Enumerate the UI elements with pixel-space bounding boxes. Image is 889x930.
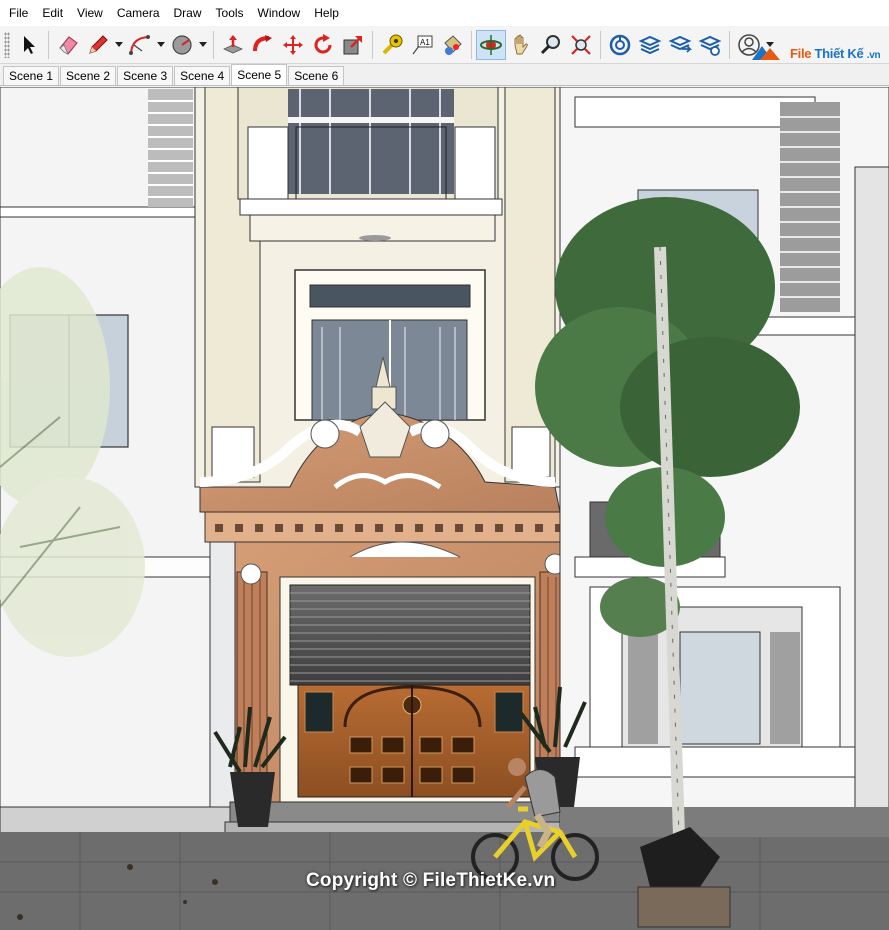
push-pull-icon bbox=[223, 34, 243, 53]
scale-tool-button[interactable] bbox=[338, 30, 368, 60]
extension-warehouse-button[interactable] bbox=[635, 30, 665, 60]
menu-view[interactable]: View bbox=[70, 2, 110, 24]
follow-me-icon bbox=[253, 34, 272, 51]
toolbar-separator bbox=[600, 30, 601, 59]
logo-text-file: File bbox=[790, 45, 812, 61]
zoom-extents-tool-button[interactable] bbox=[566, 30, 596, 60]
entrance-wall bbox=[224, 541, 576, 843]
tab-scene-6[interactable]: Scene 6 bbox=[288, 66, 345, 85]
arc-tool-dropdown[interactable] bbox=[155, 30, 167, 60]
move-icon bbox=[283, 34, 303, 55]
toolbar-separator bbox=[213, 30, 214, 59]
rotate-tool-button[interactable] bbox=[308, 30, 338, 60]
orbit-tool-button[interactable] bbox=[476, 29, 506, 60]
menu-window[interactable]: Window bbox=[251, 2, 308, 24]
toolbar-grip[interactable] bbox=[4, 31, 10, 58]
zoom-icon bbox=[540, 34, 560, 54]
tab-scene-2[interactable]: Scene 2 bbox=[60, 66, 117, 85]
tab-scene-4[interactable]: Scene 4 bbox=[174, 66, 231, 85]
eraser-icon bbox=[59, 35, 78, 55]
text-tool-label: A1 bbox=[420, 38, 430, 47]
rotate-icon bbox=[314, 33, 332, 53]
scale-icon bbox=[343, 35, 362, 54]
chevron-down-icon bbox=[199, 42, 207, 47]
arc-tool-button[interactable] bbox=[125, 30, 155, 60]
extension-manager-icon bbox=[698, 35, 722, 56]
zoom-extents-icon bbox=[571, 34, 591, 55]
follow-me-tool-button[interactable] bbox=[248, 30, 278, 60]
menu-edit[interactable]: Edit bbox=[35, 2, 70, 24]
main-toolbar: A1 File Thiết Kế .vn bbox=[0, 26, 889, 64]
line-tool-dropdown[interactable] bbox=[113, 30, 125, 60]
shape-tool-dropdown[interactable] bbox=[197, 30, 209, 60]
toolbar-separator bbox=[729, 30, 730, 59]
eraser-tool-button[interactable] bbox=[53, 30, 83, 60]
pan-tool-button[interactable] bbox=[506, 30, 536, 60]
model-viewport[interactable]: Copyright © FileThietKe.vn bbox=[0, 87, 889, 930]
tape-measure-tool-button[interactable] bbox=[377, 30, 407, 60]
menu-help[interactable]: Help bbox=[307, 2, 346, 24]
warehouse-icon bbox=[609, 34, 631, 55]
shape-circle-icon bbox=[172, 34, 192, 55]
paint-bucket-icon bbox=[444, 34, 462, 55]
chevron-down-icon bbox=[115, 42, 123, 47]
tab-scene-1[interactable]: Scene 1 bbox=[3, 66, 60, 85]
line-tool-button[interactable] bbox=[83, 30, 113, 60]
layout-send-icon bbox=[668, 35, 692, 53]
select-arrow-icon bbox=[24, 35, 35, 54]
shape-tool-button[interactable] bbox=[167, 30, 197, 60]
arc-icon bbox=[129, 34, 150, 55]
text-tool-button[interactable]: A1 bbox=[407, 30, 437, 60]
toolbar-separator bbox=[48, 30, 49, 59]
send-to-layout-button[interactable] bbox=[665, 30, 695, 60]
logo-text-thietke: Thiết Kế bbox=[814, 45, 864, 61]
tab-scene-5[interactable]: Scene 5 bbox=[231, 64, 288, 85]
menu-draw[interactable]: Draw bbox=[167, 2, 209, 24]
facade-render bbox=[0, 87, 889, 930]
text-icon: A1 bbox=[412, 35, 433, 54]
pencil-line-icon bbox=[89, 34, 108, 54]
menu-tools[interactable]: Tools bbox=[209, 2, 251, 24]
scene-tabs: Scene 1 Scene 2 Scene 3 Scene 4 Scene 5 … bbox=[0, 64, 889, 86]
filethietke-logo: File Thiết Kế .vn bbox=[750, 42, 881, 64]
logo-mark bbox=[750, 42, 788, 64]
chevron-down-icon bbox=[157, 42, 165, 47]
menu-file[interactable]: File bbox=[2, 2, 35, 24]
extension-warehouse-icon bbox=[638, 35, 662, 54]
3d-warehouse-button[interactable] bbox=[605, 30, 635, 60]
orbit-icon bbox=[480, 34, 502, 55]
toolbar-separator bbox=[372, 30, 373, 59]
toolbar-separator bbox=[471, 30, 472, 59]
menu-camera[interactable]: Camera bbox=[110, 2, 167, 24]
select-tool-button[interactable] bbox=[14, 30, 44, 60]
zoom-tool-button[interactable] bbox=[536, 30, 566, 60]
extension-manager-button[interactable] bbox=[695, 30, 725, 60]
logo-text: File Thiết Kế .vn bbox=[790, 45, 881, 61]
pan-icon bbox=[514, 34, 528, 54]
tape-measure-icon bbox=[382, 34, 403, 54]
logo-text-suffix: .vn bbox=[866, 49, 881, 61]
menu-bar: File Edit View Camera Draw Tools Window … bbox=[0, 0, 889, 26]
push-pull-tool-button[interactable] bbox=[218, 30, 248, 60]
paint-bucket-tool-button[interactable] bbox=[437, 30, 467, 60]
tab-scene-3[interactable]: Scene 3 bbox=[117, 66, 174, 85]
move-tool-button[interactable] bbox=[278, 30, 308, 60]
copyright-watermark: Copyright © FileThietKe.vn bbox=[306, 870, 556, 891]
